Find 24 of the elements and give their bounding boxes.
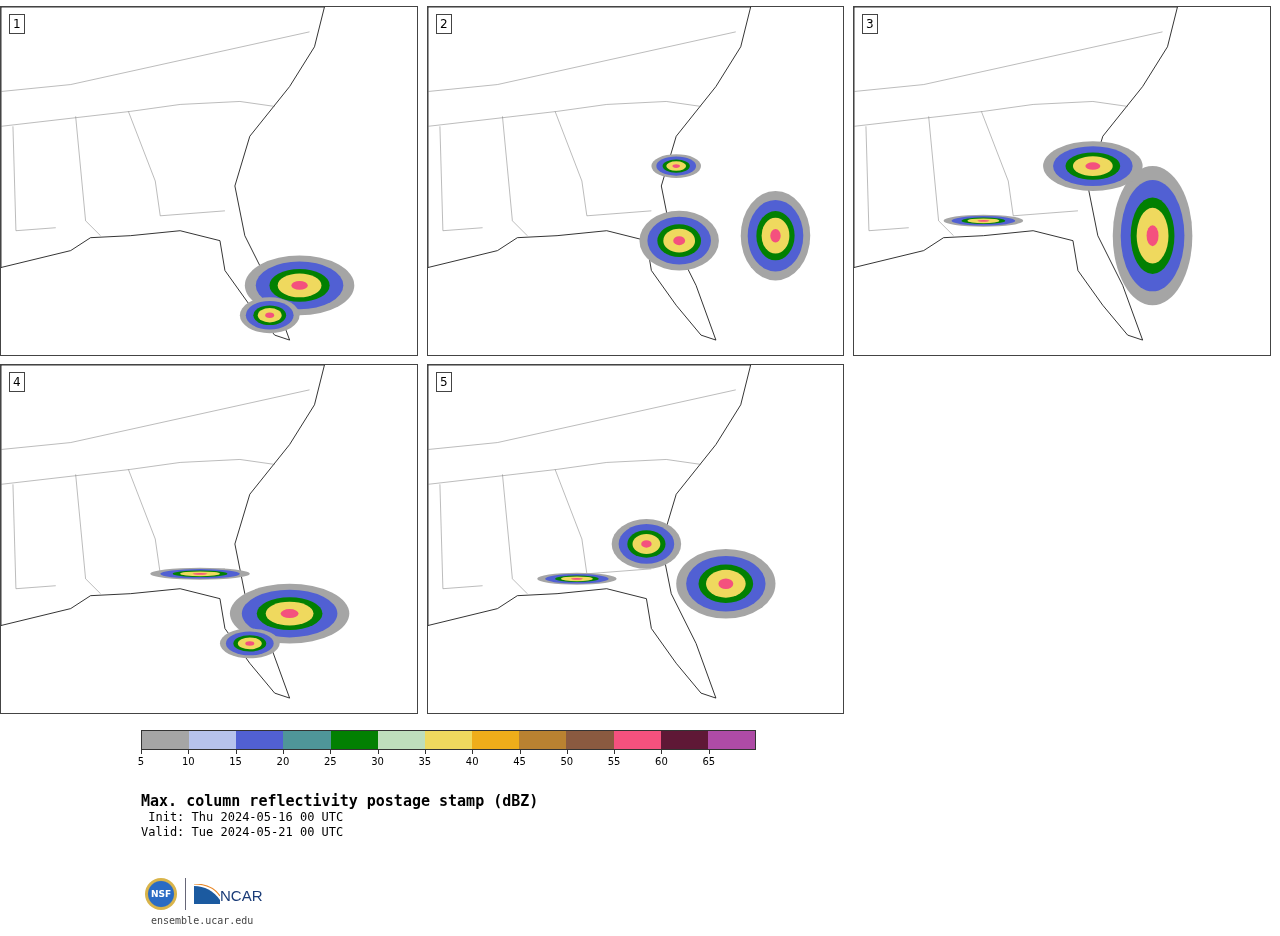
init-time: Init: Thu 2024-05-16 00 UTC bbox=[147, 810, 345, 825]
panel-number: 2 bbox=[436, 14, 452, 34]
scale-label: 10 bbox=[181, 756, 195, 767]
scale-label: 15 bbox=[229, 756, 242, 767]
panel-number: 3 bbox=[862, 14, 878, 34]
ncar-logo: NCAR bbox=[194, 884, 263, 904]
chart-title: Max. column reflectivity postage stamp (dBZ) bbox=[141, 792, 540, 810]
panel-number: 1 bbox=[9, 14, 25, 34]
scale-label: 20 bbox=[276, 756, 290, 767]
scale-label: 35 bbox=[418, 756, 432, 767]
site-url: ensemble.ucar.edu bbox=[151, 915, 255, 926]
scale-label: 60 bbox=[655, 756, 668, 767]
scale-label: 5 bbox=[137, 756, 145, 767]
scale-label: 50 bbox=[560, 756, 574, 767]
scale-label: 55 bbox=[607, 756, 621, 767]
scale-label: 25 bbox=[323, 756, 337, 767]
valid-time: Valid: Tue 2024-05-21 00 UTC bbox=[141, 825, 345, 840]
scale-label: 45 bbox=[513, 756, 526, 767]
panel-number: 4 bbox=[9, 372, 25, 392]
nsf-logo: NSF bbox=[145, 878, 177, 910]
scale-label: 40 bbox=[465, 756, 479, 767]
panel-number: 5 bbox=[436, 372, 452, 392]
scale-label: 65 bbox=[702, 756, 716, 767]
scale-label: 30 bbox=[371, 756, 384, 767]
